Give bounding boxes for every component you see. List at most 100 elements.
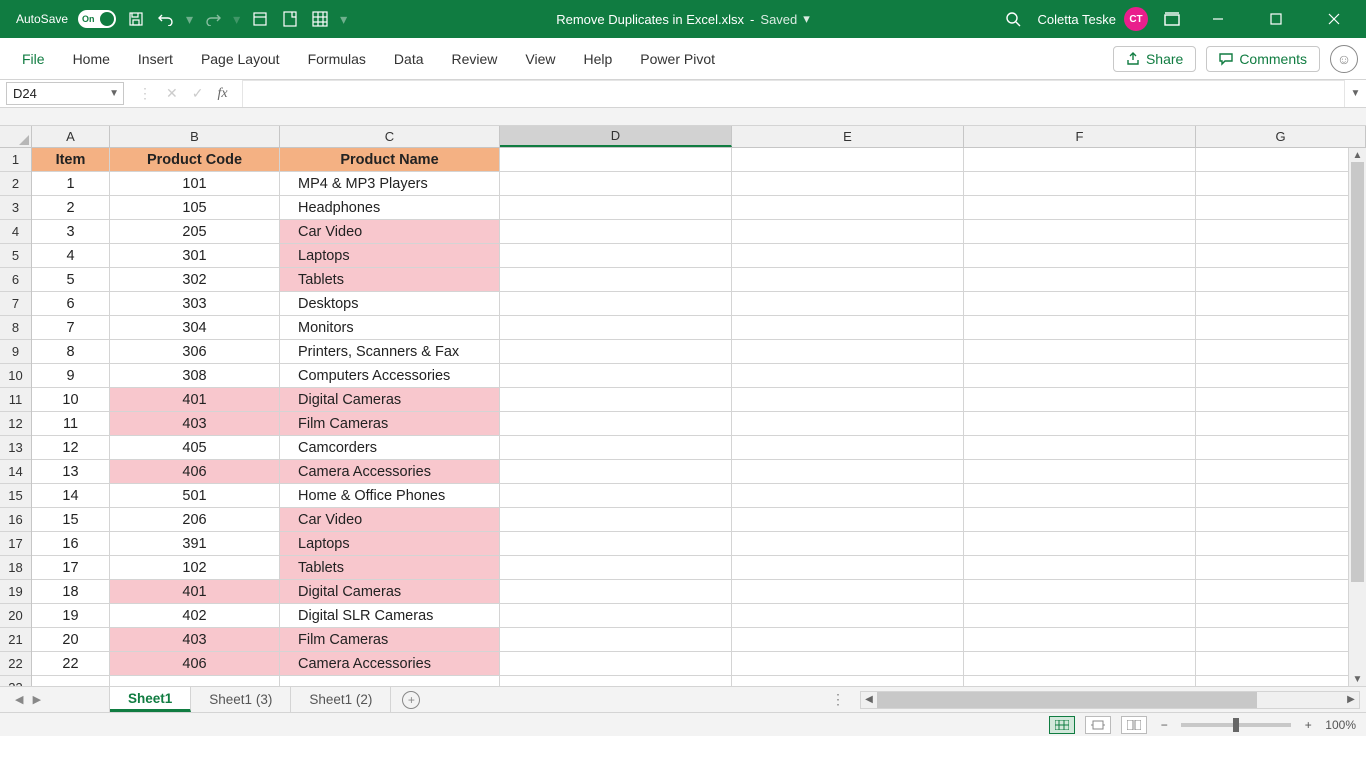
redo-dropdown-icon[interactable]: ▾ (233, 11, 240, 28)
quick-print-icon[interactable] (250, 9, 270, 29)
vertical-scrollbar[interactable]: ▲ ▼ (1348, 148, 1366, 686)
zoom-out-button[interactable]: − (1157, 718, 1171, 732)
column-header-B[interactable]: B (110, 126, 280, 147)
cell[interactable] (1196, 412, 1366, 436)
cell[interactable] (732, 388, 964, 412)
pivot-table-icon[interactable] (310, 9, 330, 29)
cell[interactable]: 10 (32, 388, 110, 412)
cell[interactable] (500, 580, 732, 604)
vscroll-thumb[interactable] (1351, 162, 1364, 582)
cell[interactable] (732, 340, 964, 364)
cell[interactable]: Car Video (280, 508, 500, 532)
cell[interactable]: Tablets (280, 556, 500, 580)
cell[interactable] (964, 436, 1196, 460)
close-button[interactable] (1312, 0, 1356, 38)
cell[interactable] (732, 412, 964, 436)
tab-split-handle[interactable]: ⋮ (823, 691, 854, 708)
row-header-20[interactable]: 20 (0, 604, 31, 628)
cell[interactable] (1196, 604, 1366, 628)
cell[interactable] (964, 652, 1196, 676)
cell[interactable]: Camera Accessories (280, 460, 500, 484)
cell[interactable]: 6 (32, 292, 110, 316)
cell[interactable] (500, 436, 732, 460)
cell[interactable] (500, 556, 732, 580)
cell[interactable]: 403 (110, 628, 280, 652)
cell[interactable] (500, 412, 732, 436)
cell[interactable] (964, 316, 1196, 340)
cell[interactable] (964, 580, 1196, 604)
cell[interactable] (500, 196, 732, 220)
cell[interactable] (964, 220, 1196, 244)
cell[interactable] (1196, 148, 1366, 172)
name-box[interactable]: D24 ▼ (6, 82, 124, 105)
row-header-10[interactable]: 10 (0, 364, 31, 388)
sheet-tab[interactable]: Sheet1 (3) (191, 687, 291, 712)
cell[interactable] (964, 292, 1196, 316)
cell[interactable]: 19 (32, 604, 110, 628)
zoom-slider[interactable] (1181, 723, 1291, 727)
column-header-C[interactable]: C (280, 126, 500, 147)
feedback-smiley-icon[interactable]: ☺ (1330, 45, 1358, 73)
scroll-down-icon[interactable]: ▼ (1349, 672, 1366, 686)
cell[interactable] (964, 148, 1196, 172)
scroll-left-icon[interactable]: ◀ (861, 694, 877, 705)
cell[interactable]: Digital Cameras (280, 388, 500, 412)
cell[interactable] (732, 580, 964, 604)
cell[interactable] (1196, 340, 1366, 364)
cell[interactable]: 14 (32, 484, 110, 508)
cell[interactable] (732, 244, 964, 268)
cell[interactable]: Item (32, 148, 110, 172)
cell[interactable] (500, 652, 732, 676)
cell[interactable]: 403 (110, 412, 280, 436)
horizontal-scrollbar[interactable]: ◀ ▶ (860, 691, 1360, 709)
cell[interactable] (732, 292, 964, 316)
row-header-3[interactable]: 3 (0, 196, 31, 220)
row-header-7[interactable]: 7 (0, 292, 31, 316)
column-header-E[interactable]: E (732, 126, 964, 147)
cell[interactable] (32, 676, 110, 686)
column-header-F[interactable]: F (964, 126, 1196, 147)
cell[interactable]: 12 (32, 436, 110, 460)
undo-icon[interactable] (156, 9, 176, 29)
qat-customize-icon[interactable]: ▾ (340, 11, 347, 28)
cell[interactable] (500, 292, 732, 316)
cell[interactable] (964, 628, 1196, 652)
saved-dropdown-icon[interactable]: ▾ (803, 11, 810, 27)
cell[interactable] (500, 172, 732, 196)
cell[interactable]: 304 (110, 316, 280, 340)
cell[interactable]: 18 (32, 580, 110, 604)
cell[interactable]: Car Video (280, 220, 500, 244)
cell[interactable] (1196, 532, 1366, 556)
cell[interactable] (500, 676, 732, 686)
maximize-button[interactable] (1254, 0, 1298, 38)
cell[interactable]: 401 (110, 580, 280, 604)
cell[interactable] (500, 508, 732, 532)
cell[interactable]: 1 (32, 172, 110, 196)
row-header-18[interactable]: 18 (0, 556, 31, 580)
select-all-button[interactable] (0, 126, 31, 148)
cell[interactable] (732, 652, 964, 676)
account-button[interactable]: Coletta Teske CT (1037, 7, 1148, 31)
cell[interactable]: 391 (110, 532, 280, 556)
cell[interactable] (500, 340, 732, 364)
insert-function-icon[interactable]: fx (217, 86, 227, 102)
cell[interactable]: Film Cameras (280, 412, 500, 436)
save-icon[interactable] (126, 9, 146, 29)
cell[interactable]: 2 (32, 196, 110, 220)
cell[interactable] (732, 484, 964, 508)
row-header-15[interactable]: 15 (0, 484, 31, 508)
scroll-up-icon[interactable]: ▲ (1349, 148, 1366, 162)
cell[interactable]: Digital SLR Cameras (280, 604, 500, 628)
cell[interactable] (732, 604, 964, 628)
ribbon-tab-view[interactable]: View (511, 43, 569, 75)
scroll-right-icon[interactable]: ▶ (1343, 694, 1359, 705)
cell[interactable] (1196, 172, 1366, 196)
cell[interactable] (964, 412, 1196, 436)
cell[interactable] (500, 532, 732, 556)
cell[interactable]: 406 (110, 460, 280, 484)
comments-button[interactable]: Comments (1206, 46, 1320, 72)
cell[interactable]: 501 (110, 484, 280, 508)
cell[interactable] (964, 172, 1196, 196)
cell[interactable] (964, 604, 1196, 628)
row-header-1[interactable]: 1 (0, 148, 31, 172)
